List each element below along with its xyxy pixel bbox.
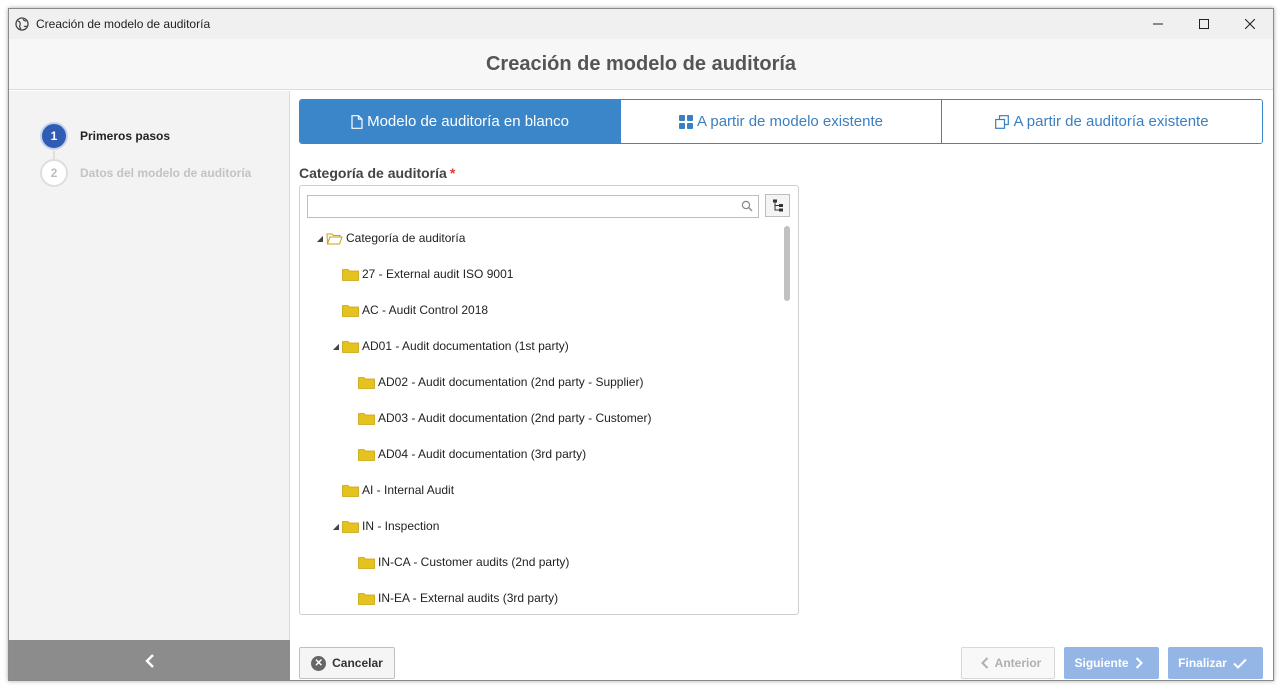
cancel-button[interactable]: ✕ Cancelar (299, 647, 395, 679)
expand-toggle-icon[interactable]: ◢ (314, 234, 326, 243)
previous-button[interactable]: Anterior (961, 647, 1055, 679)
globe-icon (15, 17, 29, 31)
tree-node-label: AD03 - Audit documentation (2nd party - … (378, 411, 652, 425)
collapse-sidebar-button[interactable] (9, 640, 290, 680)
tree-node-label: IN-CA - Customer audits (2nd party) (378, 555, 570, 569)
tree-view-button[interactable] (765, 194, 790, 217)
tree-node-label: AD02 - Audit documentation (2nd party - … (378, 375, 644, 389)
step-primeros-pasos[interactable]: 1 Primeros pasos (40, 122, 170, 150)
tree-node[interactable]: ◢ AD01 - Audit documentation (1st party) (330, 336, 569, 356)
tree-node[interactable]: AC - Audit Control 2018 (330, 300, 488, 320)
page-title: Creación de modelo de auditoría (9, 39, 1273, 90)
folder-icon (342, 484, 359, 497)
tree-node[interactable]: IN-EA - External audits (3rd party) (346, 588, 558, 608)
previous-label: Anterior (994, 656, 1042, 670)
tab-existing-audit[interactable]: A partir de auditoría existente (941, 100, 1262, 143)
tree-node-label: Categoría de auditoría (346, 231, 466, 245)
minimize-icon[interactable] (1135, 9, 1181, 39)
finish-button[interactable]: Finalizar (1168, 647, 1263, 679)
step-label: Primeros pasos (80, 129, 171, 143)
folder-icon (358, 592, 375, 605)
chevron-right-icon (1135, 657, 1143, 669)
tree-node[interactable]: AD02 - Audit documentation (2nd party - … (346, 372, 643, 392)
folder-icon (342, 304, 359, 317)
search-icon[interactable] (741, 200, 753, 212)
folder-icon (358, 448, 375, 461)
expand-toggle-icon[interactable]: ◢ (330, 522, 342, 531)
tab-label: A partir de modelo existente (697, 113, 883, 130)
chevron-left-icon (144, 653, 154, 668)
cancel-icon: ✕ (311, 655, 327, 671)
tree-node[interactable]: IN-CA - Customer audits (2nd party) (346, 552, 569, 572)
category-tree-panel: ◢ Categoría de auditoría 27 - External aud… (299, 185, 799, 615)
tree-scrollbar[interactable] (784, 226, 790, 301)
folder-icon (342, 520, 359, 533)
tree-node-label: 27 - External audit ISO 9001 (362, 267, 514, 281)
folder-icon (358, 412, 375, 425)
expand-toggle-icon[interactable]: ◢ (330, 342, 342, 351)
title-bar: Creación de modelo de auditoría (9, 9, 1273, 39)
folder-open-icon (326, 232, 343, 245)
tree-node[interactable]: 27 - External audit ISO 9001 (330, 264, 513, 284)
hierarchy-icon (772, 199, 783, 212)
tree-node-label: AC - Audit Control 2018 (362, 303, 489, 317)
required-marker: * (449, 165, 456, 181)
close-icon[interactable] (1227, 9, 1273, 39)
search-input[interactable] (307, 195, 759, 218)
audit-category-label: Categoría de auditoría * (299, 165, 455, 181)
chevron-left-icon (980, 657, 988, 669)
window-title: Creación de modelo de auditoría (36, 17, 211, 31)
document-icon (351, 114, 363, 129)
tree-node-label: AI - Internal Audit (362, 483, 455, 497)
step-number: 1 (40, 122, 68, 150)
step-number: 2 (40, 159, 68, 187)
finish-label: Finalizar (1178, 656, 1227, 670)
copy-icon (995, 114, 1010, 129)
tree-node[interactable]: AD03 - Audit documentation (2nd party - … (346, 408, 651, 428)
tree-node[interactable]: AI - Internal Audit (330, 480, 454, 500)
tree-node-label: AD01 - Audit documentation (1st party) (362, 339, 569, 353)
folder-icon (342, 340, 359, 353)
step-label: Datos del modelo de auditoría (80, 166, 252, 180)
tree-node[interactable]: ◢ IN - Inspection (330, 516, 439, 536)
field-label-text: Categoría de auditoría (299, 165, 447, 181)
template-source-tabs: Modelo de auditoría en blanco A partir d… (299, 99, 1263, 144)
folder-icon (358, 556, 375, 569)
tab-label: A partir de auditoría existente (1013, 113, 1209, 130)
maximize-icon[interactable] (1181, 9, 1227, 39)
cancel-label: Cancelar (332, 656, 383, 670)
main-content: Modelo de auditoría en blanco A partir d… (299, 99, 1263, 680)
wizard-sidebar: 1 Primeros pasos 2 Datos del modelo de a… (9, 91, 290, 680)
next-label: Siguiente (1074, 656, 1129, 670)
tab-label: Modelo de auditoría en blanco (367, 113, 569, 130)
step-datos-del-modelo[interactable]: 2 Datos del modelo de auditoría (40, 159, 251, 187)
wizard-window: Creación de modelo de auditoría Creación… (8, 8, 1274, 681)
tab-existing-model[interactable]: A partir de modelo existente (620, 100, 941, 143)
grid-icon (679, 114, 694, 129)
tree-node-label: IN-EA - External audits (3rd party) (378, 591, 559, 605)
check-icon (1233, 658, 1247, 669)
tree-node-label: AD04 - Audit documentation (3rd party) (378, 447, 587, 461)
folder-icon (342, 268, 359, 281)
next-button[interactable]: Siguiente (1064, 647, 1159, 679)
tab-blank-model[interactable]: Modelo de auditoría en blanco (300, 100, 620, 143)
tree-node[interactable]: AD04 - Audit documentation (3rd party) (346, 444, 586, 464)
folder-icon (358, 376, 375, 389)
tree-node[interactable]: ◢ Categoría de auditoría (314, 228, 466, 248)
tree-node-label: IN - Inspection (362, 519, 440, 533)
